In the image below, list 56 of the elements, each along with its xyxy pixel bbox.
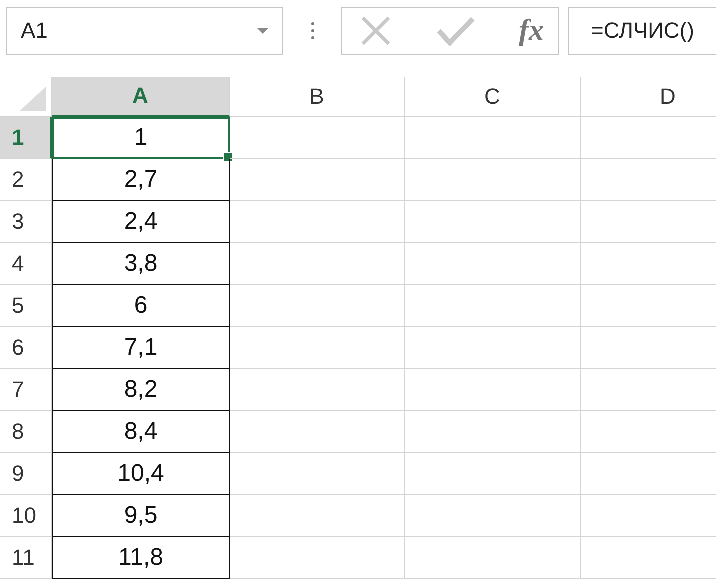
table-cell[interactable]: 2,4 — [52, 201, 230, 243]
empty-cell[interactable] — [230, 453, 405, 495]
check-icon[interactable] — [436, 16, 474, 46]
empty-cell[interactable] — [405, 369, 581, 411]
empty-cell[interactable] — [405, 201, 581, 243]
row-header[interactable]: 7 — [0, 369, 52, 411]
empty-cell[interactable] — [405, 537, 581, 579]
empty-cell[interactable] — [405, 159, 581, 201]
row-header[interactable]: 6 — [0, 327, 52, 369]
empty-cell[interactable] — [405, 453, 581, 495]
table-cell[interactable]: 2,7 — [52, 159, 230, 201]
formula-field[interactable]: =СЛЧИС() — [568, 7, 716, 55]
row-header[interactable]: 2 — [0, 159, 52, 201]
empty-cell[interactable] — [230, 243, 405, 285]
row-header[interactable]: 9 — [0, 453, 52, 495]
row-header[interactable]: 3 — [0, 201, 52, 243]
empty-cell[interactable] — [405, 285, 581, 327]
table-cell[interactable]: 1 — [52, 117, 230, 159]
empty-cell[interactable] — [405, 243, 581, 285]
more-icon[interactable] — [311, 21, 315, 41]
name-box[interactable]: A1 — [6, 7, 283, 55]
row-header[interactable]: 4 — [0, 243, 52, 285]
row-header[interactable]: 10 — [0, 495, 52, 537]
table-cell[interactable]: 7,1 — [52, 327, 230, 369]
empty-cell[interactable] — [230, 369, 405, 411]
empty-cell[interactable] — [230, 537, 405, 579]
insert-function-button[interactable]: fx — [519, 14, 544, 48]
empty-cell[interactable] — [230, 285, 405, 327]
empty-cell[interactable] — [230, 495, 405, 537]
dropdown-caret-icon[interactable] — [256, 27, 270, 35]
column-header[interactable]: C — [405, 77, 581, 117]
column-header[interactable]: D — [581, 77, 716, 117]
row-header[interactable]: 11 — [0, 537, 52, 579]
cancel-icon[interactable] — [360, 16, 392, 46]
row-header[interactable]: 5 — [0, 285, 52, 327]
empty-cell[interactable] — [230, 117, 405, 159]
empty-cell[interactable] — [405, 117, 581, 159]
empty-cell[interactable] — [405, 327, 581, 369]
table-cell[interactable]: 6 — [52, 285, 230, 327]
table-cell[interactable]: 11,8 — [52, 537, 230, 579]
empty-cell[interactable] — [230, 201, 405, 243]
table-cell[interactable]: 10,4 — [52, 453, 230, 495]
column-header[interactable]: A — [52, 77, 230, 117]
table-cell[interactable]: 9,5 — [52, 495, 230, 537]
column-header[interactable]: B — [230, 77, 405, 117]
empty-cell[interactable] — [405, 495, 581, 537]
table-cell[interactable]: 8,2 — [52, 369, 230, 411]
table-cell[interactable]: 8,4 — [52, 411, 230, 453]
row-header[interactable]: 1 — [0, 117, 52, 159]
empty-cell[interactable] — [230, 327, 405, 369]
row-header[interactable]: 8 — [0, 411, 52, 453]
empty-cell[interactable] — [230, 159, 405, 201]
empty-cell[interactable] — [230, 411, 405, 453]
empty-cell[interactable] — [405, 411, 581, 453]
table-cell[interactable]: 3,8 — [52, 243, 230, 285]
fill-handle[interactable] — [223, 152, 233, 162]
